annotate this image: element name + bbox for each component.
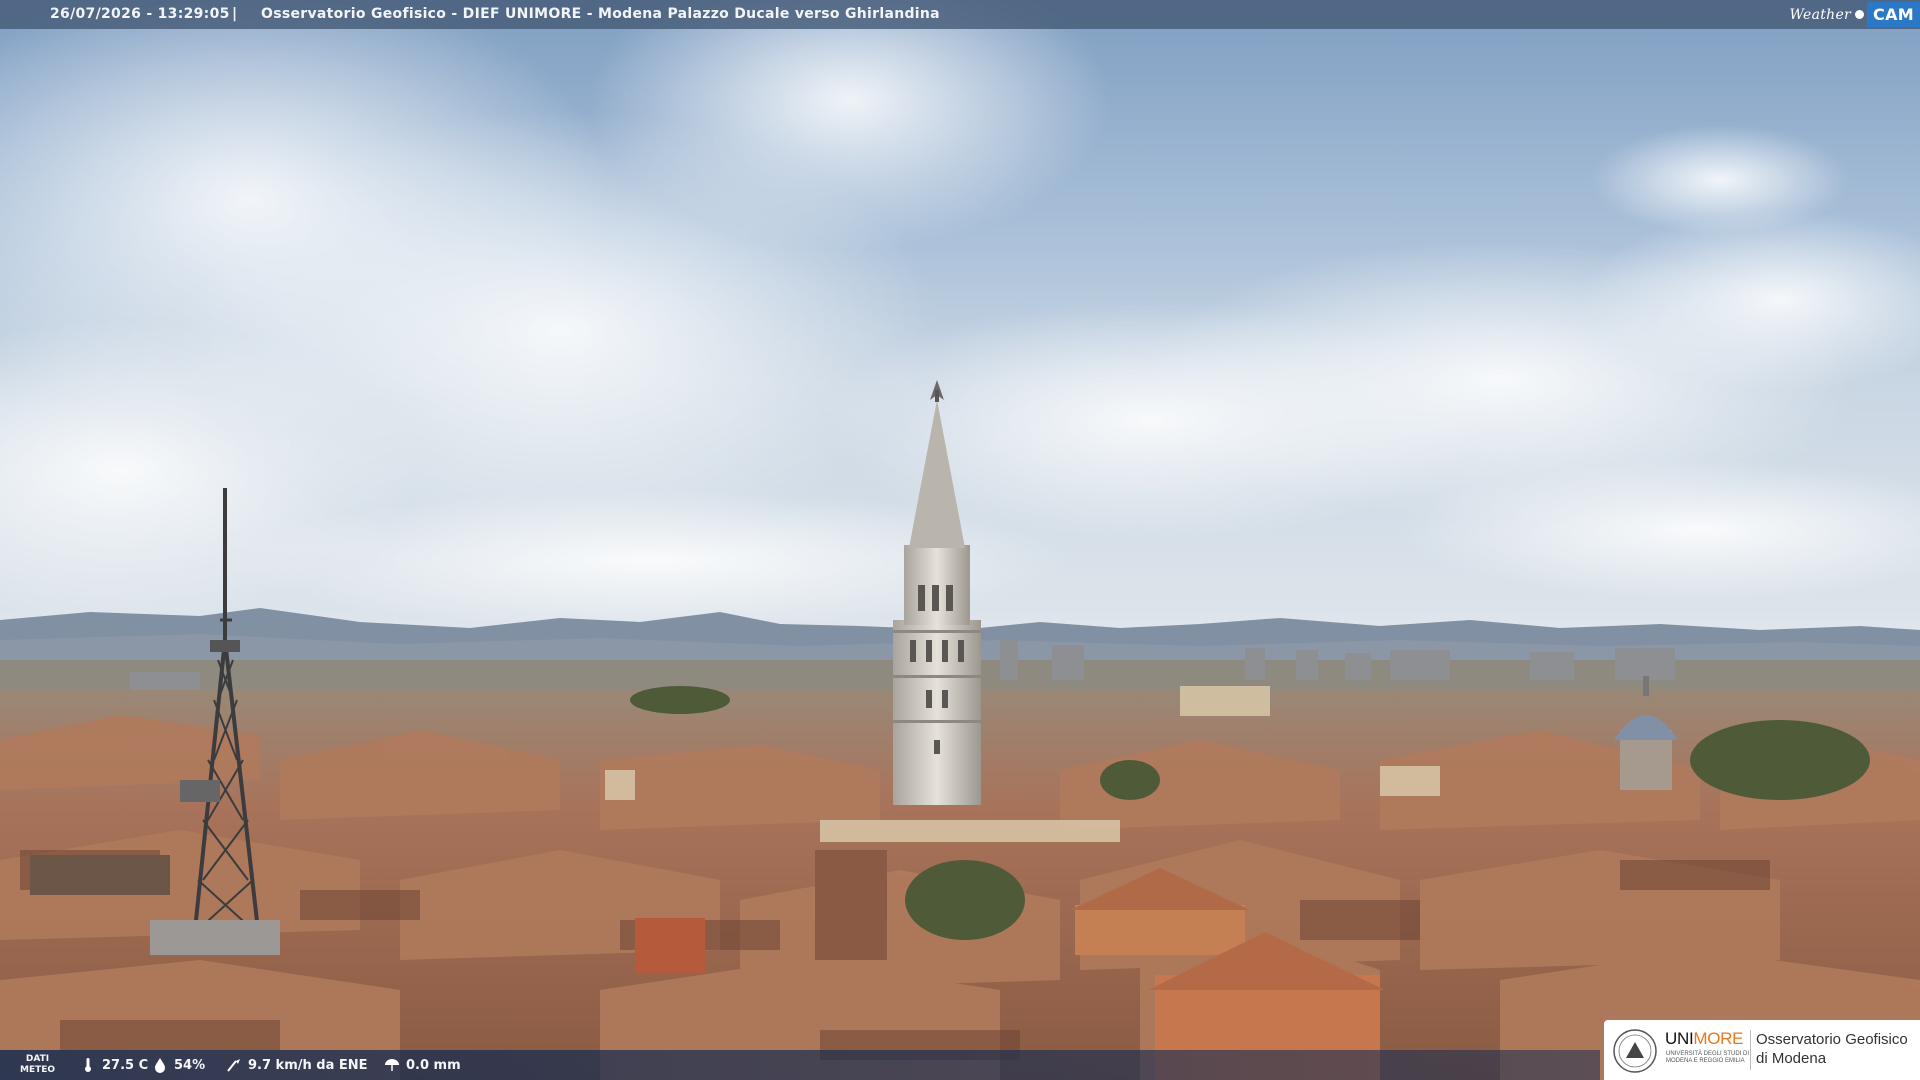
timestamp: 26/07/2026 - 13:29:05 (50, 6, 230, 22)
humidity-icon (155, 1058, 165, 1073)
rooftop-structure (150, 920, 280, 955)
university-subtitle: UNIVERSITÀ DEGLI STUDI DI MODENA E REGGI… (1666, 1051, 1749, 1065)
red-building (635, 918, 705, 973)
unimore-seal-icon (1613, 1029, 1657, 1073)
humidity-value: 54% (174, 1057, 206, 1073)
unimore-logo: UNIMORE UNIVERSITÀ DEGLI STUDI DI MODENA… (1604, 1020, 1920, 1080)
top-info-bar: 26/07/2026 - 13:29:05 | Osservatorio Geo… (0, 0, 1920, 29)
brick-tower (815, 850, 887, 960)
rain-reading: 0.0 mm (384, 1057, 461, 1073)
meteo-label: METEO (20, 1065, 56, 1075)
temperature-value: 27.5 C (102, 1057, 149, 1073)
unimore-wordmark: UNIMORE (1665, 1029, 1744, 1049)
rooftop-shed (30, 855, 170, 895)
observatory-line-1: Osservatorio Geofisico (1756, 1031, 1908, 1048)
rain-value: 0.0 mm (406, 1057, 461, 1073)
brand-cam: CAM (1867, 2, 1920, 27)
university-line-1: UNIVERSITÀ DEGLI STUDI DI (1666, 1051, 1750, 1057)
wind-value: 9.7 km/h da ENE (248, 1057, 368, 1073)
wind-reading: 9.7 km/h da ENE (226, 1057, 368, 1073)
wind-icon (227, 1059, 240, 1072)
dati-meteo-label: DATI METEO (20, 1054, 55, 1076)
university-line-2: MODENA E REGGIO EMILIA (1666, 1058, 1745, 1064)
weathercam-brand: Weather CAM (1789, 0, 1920, 29)
camera-title: Osservatorio Geofisico - DIEF UNIMORE - … (261, 6, 940, 22)
more-text: MORE (1693, 1029, 1744, 1048)
header-separator: | (232, 6, 238, 22)
brand-weather: Weather (1789, 6, 1852, 23)
observatory-line-2: di Modena (1756, 1050, 1827, 1067)
weather-data-bar: DATI METEO 27.5 C 54% 9.7 km/h da ENE 0.… (0, 1050, 1600, 1080)
dati-label: DATI (25, 1054, 50, 1064)
rain-icon (385, 1059, 399, 1071)
webcam-image (0, 0, 1920, 1080)
thermometer-icon (85, 1058, 91, 1072)
humidity-reading: 54% (152, 1057, 205, 1073)
uni-text: UNI (1665, 1029, 1694, 1048)
brand-dot-icon (1855, 10, 1865, 19)
temperature-reading: 27.5 C (80, 1057, 148, 1073)
logo-divider (1750, 1030, 1751, 1070)
